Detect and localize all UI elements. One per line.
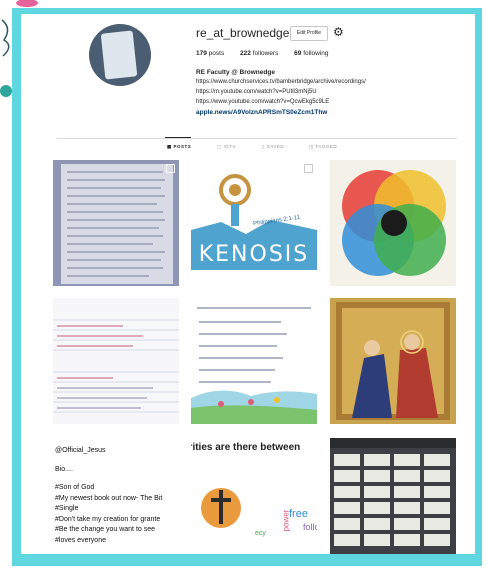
- active-tab-indicator: [165, 137, 191, 138]
- edit-profile-button[interactable]: Edit Profile: [290, 26, 328, 41]
- tab-posts-label: POSTS: [173, 144, 192, 149]
- post-tile-word-cloud[interactable]: arities are there between free follo pow…: [191, 438, 317, 554]
- bio-url-3[interactable]: https://www.youtube.com/watch?v=QcwEkg5c…: [196, 99, 329, 105]
- following-stat[interactable]: 69 following: [294, 50, 328, 57]
- lined-paper-image: [53, 298, 179, 424]
- tweet-line: #loves everyone: [55, 536, 106, 544]
- tab-tagged-label: TAGGED: [315, 144, 338, 149]
- posts-label: posts: [208, 50, 225, 57]
- post-tile-venn-diagram[interactable]: [330, 160, 456, 286]
- multi-photo-icon: [166, 164, 175, 173]
- tweet-line: #Single: [55, 505, 79, 512]
- post-tile-notebook-sheet[interactable]: [53, 298, 179, 424]
- word-cloud-title: arities are there between: [191, 442, 301, 453]
- profile-username: re_at_brownedge: [196, 26, 290, 40]
- post-tile-handwritten-notes[interactable]: [53, 160, 179, 286]
- following-label: following: [303, 50, 329, 57]
- tab-igtv[interactable]: ▢ IGTV: [217, 144, 236, 150]
- tweet-line: #Son of God: [55, 484, 95, 491]
- post-tile-online-board[interactable]: [330, 438, 456, 554]
- poem-illustration-image: [191, 307, 317, 424]
- multi-photo-icon: [304, 164, 313, 173]
- tab-igtv-label: IGTV: [223, 144, 237, 149]
- tab-saved-label: SAVED: [266, 144, 285, 149]
- tweet-line: #Don't take my creation for grante: [55, 515, 161, 523]
- posts-stat[interactable]: 179 posts: [196, 50, 224, 57]
- followers-count: 222: [240, 50, 251, 57]
- tweet-line: #Be the change you want to see: [55, 526, 156, 533]
- tweet-line: #My newest book out now- The Bit: [55, 494, 163, 502]
- tabs-divider: [57, 138, 457, 139]
- cross-illustration-image: [201, 488, 241, 528]
- venn-diagram-image: [342, 170, 446, 276]
- word-cloud-word: ecy: [255, 530, 266, 537]
- word-cloud-word: follo: [303, 522, 317, 532]
- flower-doodle-icon: [16, 0, 38, 7]
- post-tile-poem[interactable]: [191, 298, 317, 424]
- profile-stats: 179 posts 222 followers 69 following: [196, 50, 343, 57]
- tab-posts[interactable]: ▦ POSTS: [167, 144, 191, 150]
- bio-url-1[interactable]: https://www.churchservices.tv/bamberbrid…: [196, 79, 366, 85]
- post-tile-tweet[interactable]: @Official_Jesus Bio.... #Son of God #My …: [53, 438, 179, 554]
- instagram-profile-screenshot: re_at_brownedge Edit Profile ⚙ 179 posts…: [21, 14, 475, 554]
- tweet-line: @Official_Jesus: [55, 447, 106, 454]
- notebook-page-image: [61, 164, 173, 284]
- followers-label: followers: [252, 50, 279, 57]
- padlet-board-image: [330, 438, 456, 546]
- posts-count: 179: [196, 50, 207, 57]
- post-tile-painting[interactable]: [330, 298, 456, 424]
- followers-stat[interactable]: 222 followers: [240, 50, 278, 57]
- avatar[interactable]: [89, 24, 151, 86]
- tab-saved[interactable]: ▯ SAVED: [262, 144, 284, 150]
- avatar-photo: [100, 30, 138, 80]
- following-count: 69: [294, 50, 302, 57]
- tweet-line: Bio....: [55, 465, 73, 473]
- bio-name: RE Faculty @ Brownedge: [196, 69, 275, 76]
- kenosis-title: KENOSIS: [198, 242, 310, 267]
- post-tile-kenosis[interactable]: Philippians 2:1-11 KENOSIS: [191, 160, 317, 286]
- tweet-text: @Official_Jesus Bio.... #Son of God #My …: [55, 446, 162, 546]
- tab-tagged[interactable]: ◫ TAGGED: [309, 144, 337, 150]
- word-cloud-word: free: [289, 508, 308, 520]
- bio-website-link[interactable]: apple.news/A9VolznAPRSmTS0eZcm1Thw: [196, 109, 327, 116]
- religious-painting-image: [336, 302, 450, 420]
- settings-gear-icon[interactable]: ⚙: [333, 25, 344, 39]
- bio-url-2[interactable]: https://m.youtube.com/watch?v=PUtll3mNj5…: [196, 89, 317, 95]
- word-cloud-word: power: [281, 509, 291, 532]
